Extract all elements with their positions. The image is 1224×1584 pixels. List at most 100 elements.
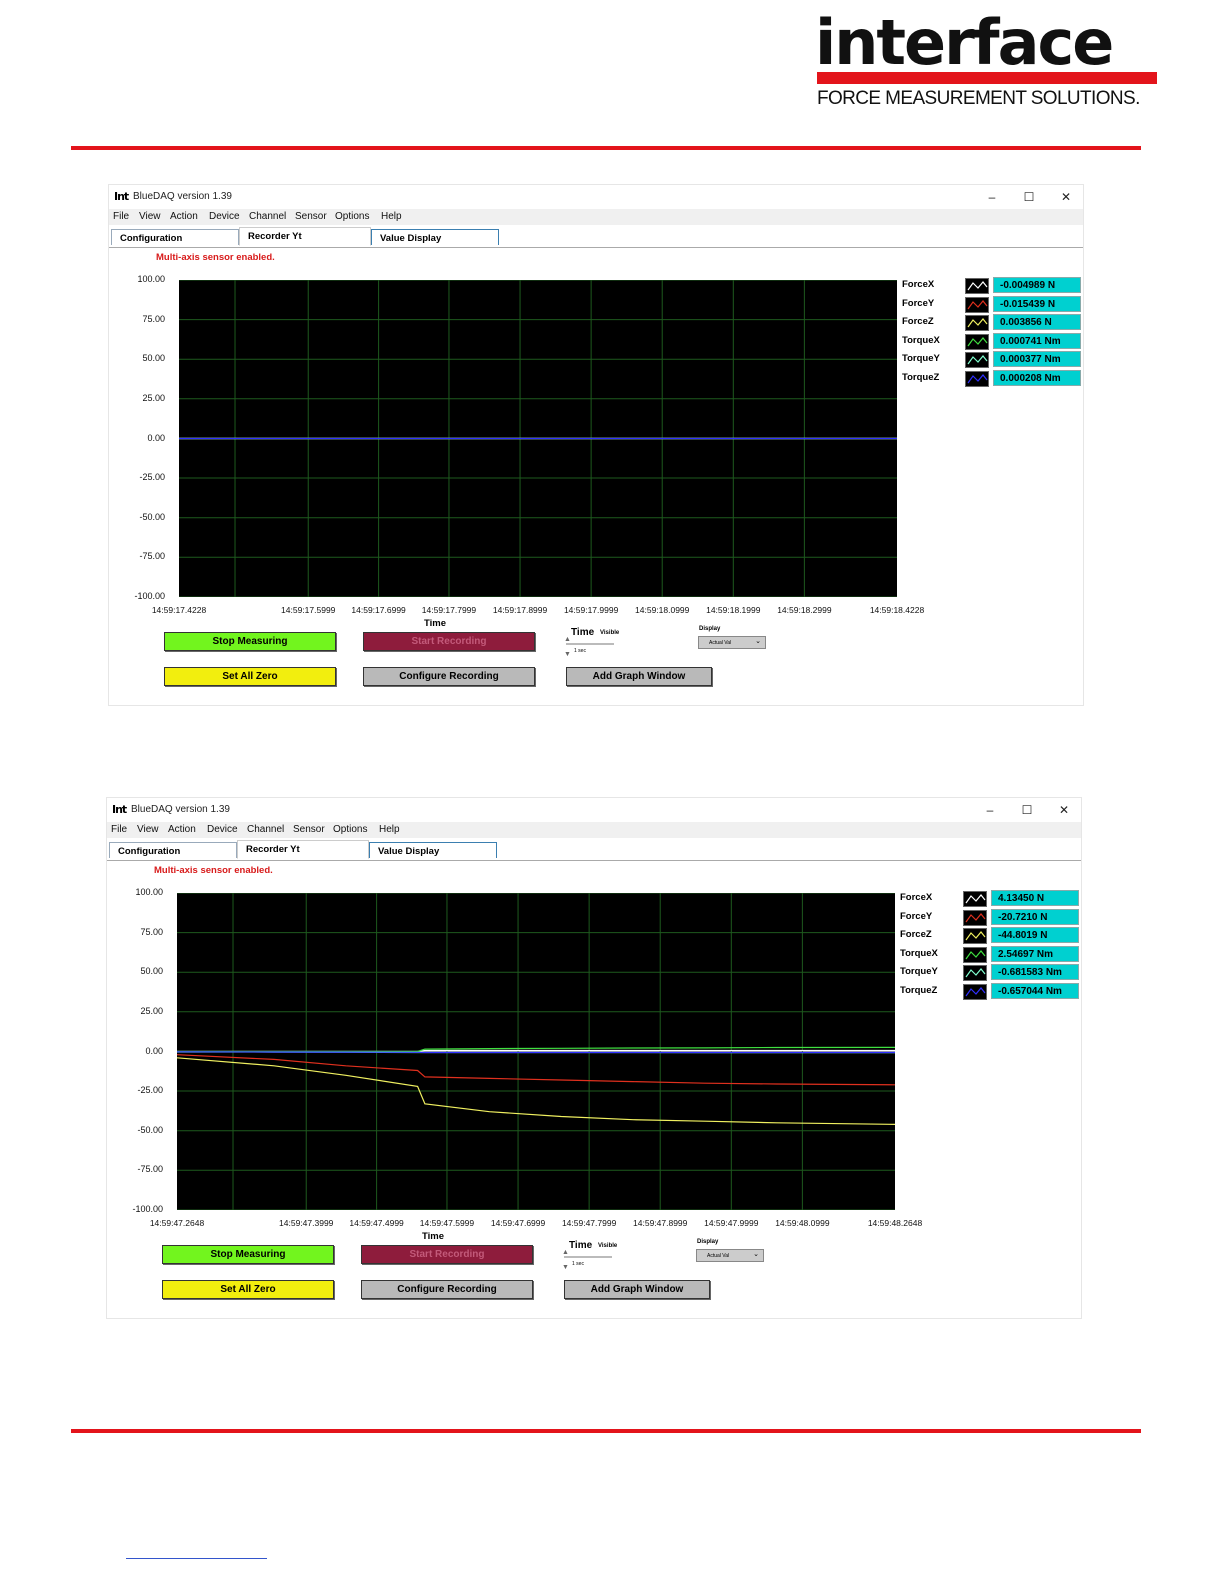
x-tick-label: 14:59:47.4999 (349, 1218, 404, 1228)
display-select[interactable]: Actual Val ⌄ (698, 636, 766, 649)
stop-measuring-button[interactable]: Stop Measuring (164, 632, 336, 651)
x-tick-label: 14:59:18.0999 (635, 605, 690, 615)
display-select-value: Actual Val (707, 1253, 730, 1259)
slider-track[interactable] (566, 643, 614, 645)
menu-channel[interactable]: Channel (249, 211, 286, 222)
legend-value-forcey: -0.015439 N (993, 295, 1081, 312)
display-label: Display (697, 1239, 719, 1245)
tab-strip: Configuration Recorder Yt Value Display (109, 227, 1083, 248)
legend-swatch-torquez[interactable] (965, 371, 989, 387)
status-message: Multi-axis sensor enabled. (154, 865, 273, 876)
legend-swatch-forcex[interactable] (965, 278, 989, 294)
legend-swatch-torquey[interactable] (965, 352, 989, 369)
menu-options[interactable]: Options (333, 824, 367, 835)
y-tick-label: -75.00 (139, 551, 165, 562)
menu-action[interactable]: Action (168, 824, 196, 835)
logo-tagline: FORCE MEASUREMENT SOLUTIONS. (817, 88, 1140, 109)
x-tick-label: 14:59:47.3999 (279, 1218, 334, 1228)
slider-down-icon[interactable]: ▼ (562, 1264, 569, 1271)
legend-swatch-torquex[interactable] (965, 333, 989, 350)
menu-help[interactable]: Help (379, 824, 400, 835)
legend-value-forcey: -20.7210 N (991, 908, 1079, 925)
tab-value-display[interactable]: Value Display (369, 842, 497, 858)
menu-view[interactable]: View (137, 824, 159, 835)
legend-swatch-forcez[interactable] (963, 928, 987, 945)
menu-file[interactable]: File (113, 211, 129, 222)
y-tick-label: 50.00 (140, 966, 163, 977)
minimize-icon[interactable]: – (977, 188, 1007, 206)
x-axis-title: Time (424, 618, 447, 629)
set-all-zero-button[interactable]: Set All Zero (164, 667, 336, 686)
legend-value-torquey: -0.681583 Nm (991, 964, 1079, 981)
menu-sensor[interactable]: Sensor (293, 824, 325, 835)
configure-recording-button[interactable]: Configure Recording (361, 1280, 533, 1299)
maximize-icon[interactable]: ☐ (1014, 188, 1044, 206)
tab-recorder-yt[interactable]: Recorder Yt (239, 227, 371, 246)
legend-name-torquey: TorqueY (902, 353, 940, 365)
close-icon[interactable]: ✕ (1049, 801, 1079, 819)
chart-svg (179, 280, 897, 597)
menu-device[interactable]: Device (207, 824, 238, 835)
x-tick-label: 14:59:17.6999 (351, 605, 406, 615)
menu-file[interactable]: File (111, 824, 127, 835)
tab-configuration[interactable]: Configuration (109, 842, 237, 858)
menu-view[interactable]: View (139, 211, 161, 222)
slider-track[interactable] (564, 1256, 612, 1258)
add-graph-window-button[interactable]: Add Graph Window (566, 667, 712, 686)
menu-device[interactable]: Device (209, 211, 240, 222)
legend-swatch-torquez[interactable] (963, 984, 987, 1000)
window-title: BlueDAQ version 1.39 (133, 191, 232, 202)
chevron-down-icon: ⌄ (753, 1251, 759, 1258)
legend-name-torquex: TorqueX (900, 947, 938, 959)
yt-chart (177, 893, 895, 1210)
legend-name-forcez: ForceZ (900, 929, 932, 941)
app-icon: Int (114, 190, 129, 203)
tab-recorder-yt[interactable]: Recorder Yt (237, 840, 369, 859)
start-recording-button[interactable]: Start Recording (361, 1245, 533, 1264)
y-tick-label: -25.00 (137, 1085, 163, 1095)
menu-channel[interactable]: Channel (247, 824, 284, 835)
tab-configuration[interactable]: Configuration (111, 229, 239, 245)
y-tick-label: 100.00 (135, 887, 163, 897)
start-recording-button[interactable]: Start Recording (363, 632, 535, 651)
x-tick-label: 14:59:17.5999 (281, 605, 336, 615)
menu-help[interactable]: Help (381, 211, 402, 222)
add-graph-window-button[interactable]: Add Graph Window (564, 1280, 710, 1299)
app-window: Int BlueDAQ version 1.39 – ☐ ✕ File View… (106, 797, 1082, 1319)
title-bar: Int BlueDAQ version 1.39 – ☐ ✕ (107, 798, 1081, 822)
slider-up-icon[interactable]: ▲ (564, 636, 571, 643)
x-tick-label: 14:59:48.2648 (867, 1218, 923, 1228)
display-select[interactable]: Actual Val ⌄ (696, 1249, 764, 1262)
time-visible-slider[interactable]: ▲ 1 sec ▼ (564, 636, 618, 661)
set-all-zero-button[interactable]: Set All Zero (162, 1280, 334, 1299)
close-icon[interactable]: ✕ (1051, 188, 1081, 206)
y-tick-label: -25.00 (139, 472, 165, 482)
x-tick-label: 14:59:17.8999 (492, 605, 548, 615)
legend-swatch-forcey[interactable] (965, 296, 989, 313)
status-message: Multi-axis sensor enabled. (156, 252, 275, 263)
legend-swatch-forcez[interactable] (965, 315, 989, 332)
time-visible-slider[interactable]: ▲ 1 sec ▼ (562, 1249, 616, 1274)
legend-swatch-forcex[interactable] (963, 891, 987, 907)
slider-down-icon[interactable]: ▼ (564, 651, 571, 658)
legend-swatch-torquey[interactable] (963, 965, 987, 982)
configure-recording-button[interactable]: Configure Recording (363, 667, 535, 686)
menu-action[interactable]: Action (170, 211, 198, 222)
app-window: Int BlueDAQ version 1.39 – ☐ ✕ File View… (108, 184, 1084, 706)
x-tick-label: 14:59:47.6999 (490, 1218, 546, 1228)
minimize-icon[interactable]: – (975, 801, 1005, 819)
tab-value-display[interactable]: Value Display (371, 229, 499, 245)
legend-swatch-forcey[interactable] (963, 909, 987, 926)
legend-swatch-torquex[interactable] (963, 946, 987, 963)
stop-measuring-button[interactable]: Stop Measuring (162, 1245, 334, 1264)
x-tick-label: 14:59:48.0999 (775, 1218, 830, 1228)
maximize-icon[interactable]: ☐ (1012, 801, 1042, 819)
legend-value-torquez: 0.000208 Nm (993, 370, 1081, 386)
menu-options[interactable]: Options (335, 211, 369, 222)
legend-value-forcex: -0.004989 N (993, 277, 1081, 293)
legend-name-forcez: ForceZ (902, 316, 934, 328)
legend-value-torquex: 2.54697 Nm (991, 945, 1079, 962)
menu-sensor[interactable]: Sensor (295, 211, 327, 222)
slider-up-icon[interactable]: ▲ (562, 1249, 569, 1256)
footer-link-underline[interactable] (126, 1558, 267, 1559)
